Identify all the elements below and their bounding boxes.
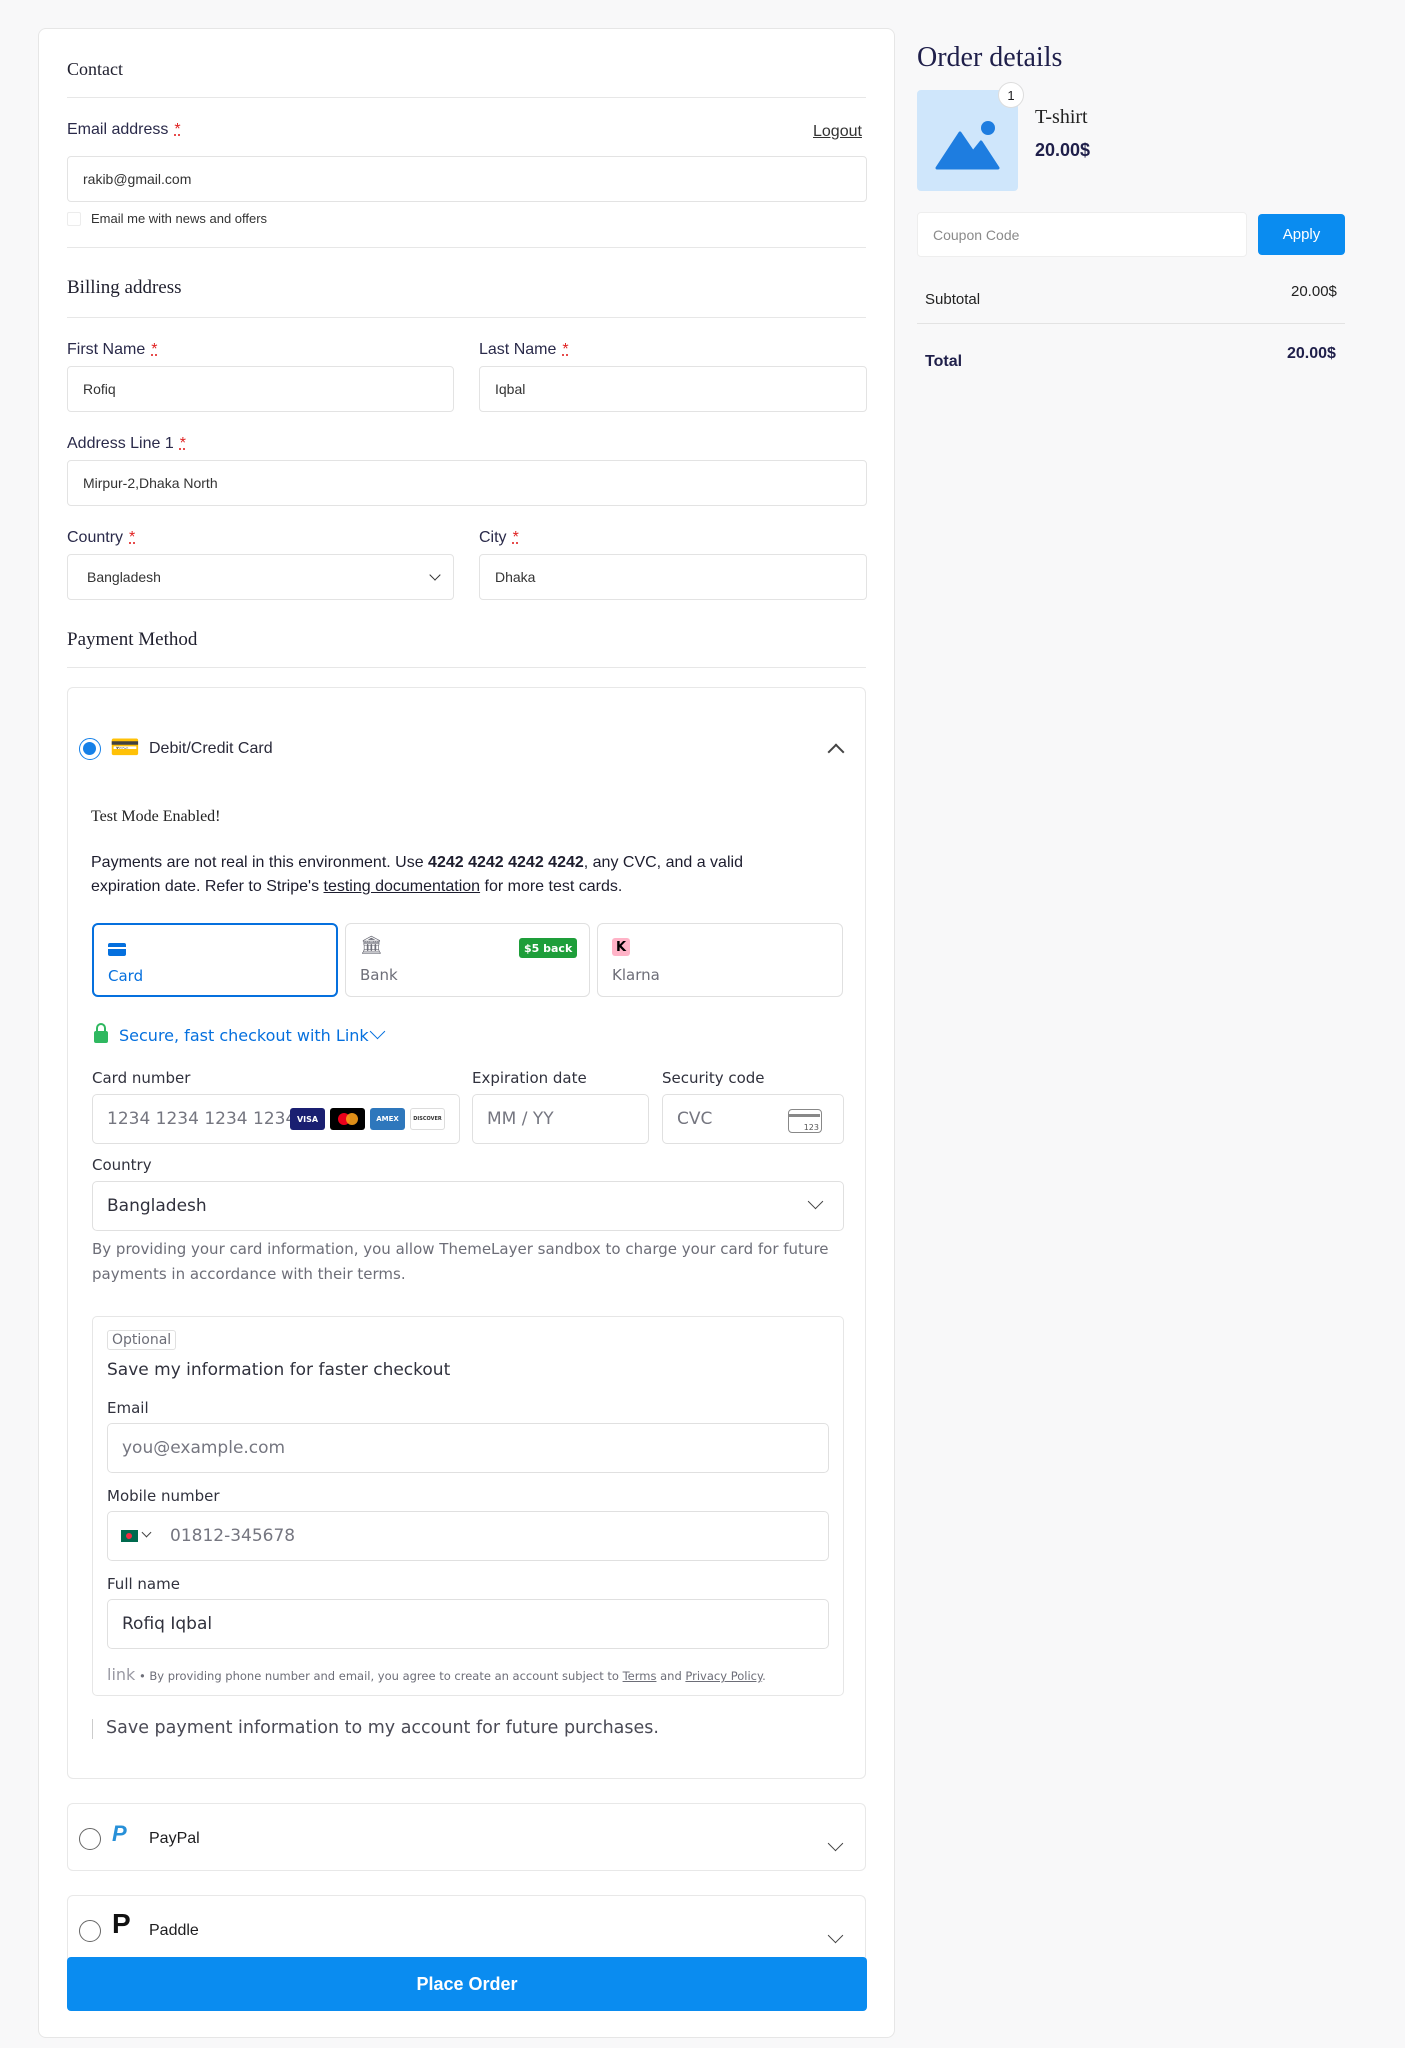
expiry-label: Expiration date: [472, 1069, 587, 1087]
country-select[interactable]: Bangladesh: [67, 554, 454, 600]
logout-link[interactable]: Logout: [813, 123, 862, 141]
card-method-label[interactable]: Debit/Credit Card: [149, 740, 273, 758]
lock-icon: [94, 1023, 108, 1043]
product-name: T-shirt: [1035, 106, 1088, 128]
billing-heading: Billing address: [67, 277, 182, 298]
last-name-label: Last Name *: [479, 341, 569, 358]
first-name-field[interactable]: Rofiq: [67, 366, 454, 412]
visa-icon: VISA: [290, 1108, 325, 1130]
link-logo: link: [107, 1665, 136, 1684]
tab-klarna[interactable]: K Klarna: [597, 923, 843, 997]
fullname-label: Full name: [107, 1575, 180, 1593]
city-field[interactable]: Dhaka: [479, 554, 867, 600]
credit-card-icon: 💳: [110, 734, 140, 761]
save-future-label: Save payment information to my account f…: [106, 1718, 659, 1738]
total-label: Total: [925, 353, 963, 370]
tab-bank[interactable]: 🏛 $5 back Bank: [345, 923, 590, 997]
tab-bank-label: Bank: [360, 966, 398, 984]
divider: [67, 97, 866, 98]
tab-klarna-label: Klarna: [612, 966, 660, 984]
order-details-heading: Order details: [917, 42, 1063, 73]
payment-heading: Payment Method: [67, 629, 198, 650]
coupon-input[interactable]: Coupon Code: [917, 212, 1247, 257]
email-label: Email address *: [67, 121, 181, 138]
total-value: 20.00$: [1287, 345, 1336, 362]
stripe-country-select[interactable]: Bangladesh: [92, 1181, 844, 1231]
paypal-icon: P: [112, 1821, 127, 1846]
link-email-input[interactable]: you@example.com: [107, 1423, 829, 1473]
place-order-button[interactable]: Place Order: [67, 1957, 867, 2011]
paddle-payment-panel[interactable]: P Paddle: [67, 1895, 866, 1963]
collapse-chevron-up-icon[interactable]: [827, 743, 845, 761]
terms-link[interactable]: Terms: [623, 1669, 657, 1683]
city-label: City *: [479, 529, 519, 546]
card-number-label: Card number: [92, 1069, 191, 1087]
link-email-label: Email: [107, 1399, 149, 1417]
testing-docs-link[interactable]: testing documentation: [324, 878, 481, 895]
mobile-input[interactable]: 01812-345678: [107, 1511, 829, 1561]
apply-coupon-button[interactable]: Apply: [1258, 214, 1345, 255]
optional-badge: Optional: [107, 1330, 177, 1350]
quantity-badge: 1: [998, 82, 1024, 108]
save-info-title: Save my information for faster checkout: [107, 1360, 451, 1380]
cvc-card-icon: 123: [788, 1109, 822, 1133]
subtotal-label: Subtotal: [925, 291, 981, 308]
subtotal-value: 20.00$: [1291, 283, 1337, 300]
news-checkbox-label: Email me with news and offers: [91, 211, 268, 226]
address-field[interactable]: Mirpur-2,Dhaka North: [67, 460, 867, 506]
email-field[interactable]: rakib@gmail.com: [67, 156, 867, 202]
mobile-label: Mobile number: [107, 1487, 220, 1505]
paypal-label: PayPal: [149, 1830, 200, 1847]
link-save-box: Optional Save my information for faster …: [92, 1316, 844, 1696]
divider: [67, 667, 866, 668]
first-name-label: First Name *: [67, 341, 158, 358]
expand-chevron-down-icon[interactable]: [827, 1835, 844, 1852]
privacy-link[interactable]: Privacy Policy: [685, 1669, 762, 1683]
cvc-label: Security code: [662, 1069, 765, 1087]
card-terms-text: By providing your card information, you …: [92, 1240, 829, 1283]
contact-heading: Contact: [67, 59, 123, 79]
country-label: Country *: [67, 529, 136, 546]
tab-card-label: Card: [108, 967, 144, 985]
fullname-input[interactable]: Rofiq Iqbal: [107, 1599, 829, 1649]
klarna-icon: K: [612, 938, 630, 956]
tab-card[interactable]: Card: [92, 923, 338, 997]
stripe-country-label: Country: [92, 1156, 152, 1174]
test-mode-title: Test Mode Enabled!: [91, 808, 221, 825]
card-icon: [108, 943, 126, 956]
link-checkout-toggle[interactable]: Secure, fast checkout with Link: [119, 1026, 369, 1045]
expand-chevron-down-icon[interactable]: [827, 1927, 844, 1944]
bank-icon: 🏛: [360, 935, 383, 956]
expiry-input[interactable]: MM / YY: [472, 1094, 649, 1144]
paddle-radio[interactable]: [79, 1920, 101, 1942]
discover-icon: DISCOVER: [410, 1108, 445, 1130]
paypal-radio[interactable]: [79, 1828, 101, 1850]
test-mode-notice: Payments are not real in this environmen…: [91, 854, 743, 895]
checkout-form-card: Contact Email address * Logout rakib@gmai…: [38, 28, 895, 2038]
bangladesh-flag-icon[interactable]: [121, 1530, 138, 1542]
paddle-icon: P: [112, 1908, 131, 1939]
paypal-payment-panel[interactable]: P PayPal: [67, 1803, 866, 1871]
link-chevron-down-icon[interactable]: [369, 1023, 386, 1040]
divider: [917, 323, 1345, 324]
address-label: Address Line 1 *: [67, 435, 186, 452]
divider: [67, 247, 866, 248]
cashback-badge: $5 back: [519, 938, 578, 958]
card-payment-panel: 💳 Debit/Credit Card Test Mode Enabled! P…: [67, 687, 866, 1779]
stripe-payment-element: Card 🏛 $5 back Bank K Klarna Secure, fas…: [92, 923, 844, 1753]
save-future-checkbox[interactable]: [92, 1719, 93, 1739]
card-method-radio[interactable]: [79, 738, 101, 760]
mastercard-icon: [330, 1108, 365, 1130]
divider: [67, 317, 866, 318]
news-checkbox[interactable]: [67, 212, 81, 226]
amex-icon: AMEX: [370, 1108, 405, 1130]
last-name-field[interactable]: Iqbal: [479, 366, 867, 412]
link-legal-text: link • By providing phone number and ema…: [107, 1665, 766, 1684]
product-price: 20.00$: [1035, 140, 1091, 160]
paddle-label: Paddle: [149, 1922, 199, 1939]
